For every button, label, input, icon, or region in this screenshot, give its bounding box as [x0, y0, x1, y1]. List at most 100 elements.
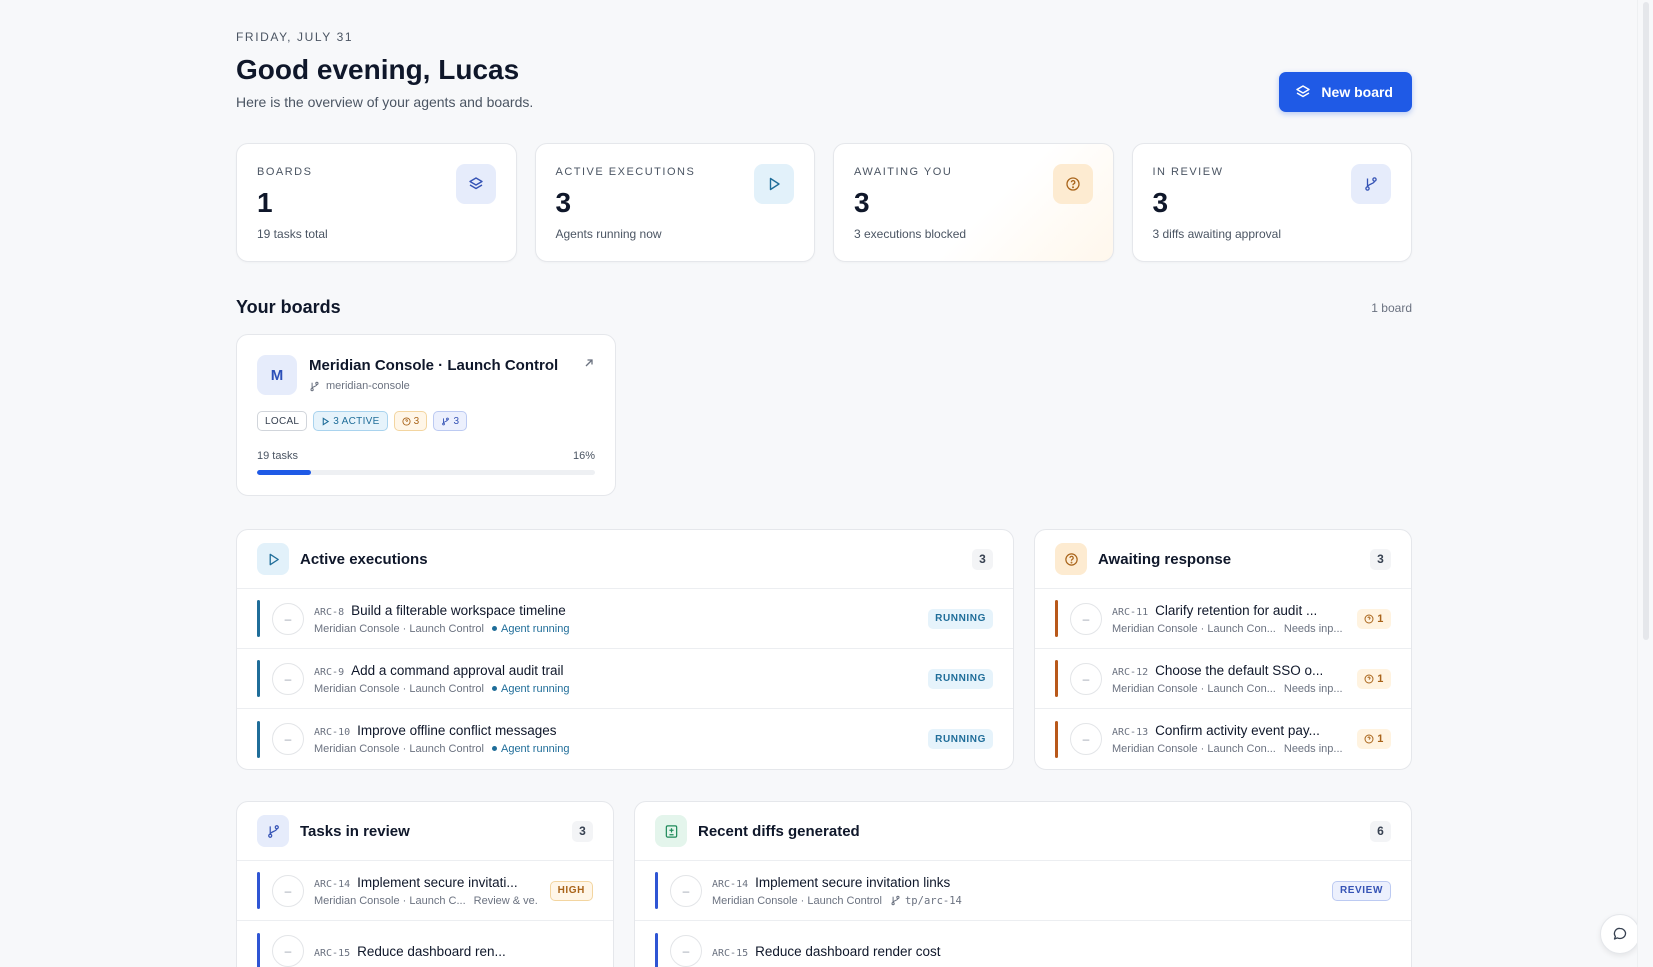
- task-title: Choose the default SSO o...: [1155, 662, 1324, 678]
- new-board-button[interactable]: New board: [1279, 72, 1412, 112]
- running-badge: RUNNING: [928, 729, 993, 749]
- tasks-in-review-count: 3: [572, 820, 593, 842]
- task-id: ARC-13: [1112, 727, 1149, 738]
- board-progress-fill: [257, 470, 312, 475]
- board-chips: LOCAL 3 ACTIVE 3 3: [257, 411, 595, 431]
- questions-badge: 1: [1357, 729, 1391, 749]
- scrollbar-thumb[interactable]: [1643, 2, 1649, 640]
- task-id: ARC-11: [1112, 606, 1149, 618]
- tasks-in-review-title: Tasks in review: [300, 822, 410, 840]
- status-bar: [257, 932, 260, 967]
- diff-row[interactable]: – ARC-14 Implement secure invitation link…: [635, 861, 1411, 921]
- review-chip-label: 3: [453, 415, 460, 427]
- execution-row[interactable]: – ARC-10 Improve offline conflict message…: [237, 709, 1013, 769]
- play-icon: [323, 416, 330, 426]
- boards-count: 1 board: [1371, 300, 1412, 315]
- awaiting-response-count: 3: [1370, 548, 1391, 570]
- task-title: Add a command approval audit trail: [351, 662, 564, 678]
- board-name: Meridian Console · Launch Control: [309, 357, 559, 374]
- task-id: ARC-8: [314, 606, 345, 618]
- stat-card-active-executions[interactable]: ACTIVE EXECUTIONS 3 Agents running now: [534, 143, 815, 262]
- question-icon: [1364, 674, 1374, 683]
- diff-row[interactable]: – ARC-15 Reduce dashboard render cost: [635, 921, 1411, 967]
- status-circle: –: [1070, 662, 1102, 695]
- running-badge: RUNNING: [928, 668, 993, 689]
- awaiting-chip: 3: [393, 411, 428, 431]
- board-repo-name: meridian-console: [326, 380, 410, 392]
- active-chip-label: 3 ACTIVE: [333, 415, 380, 427]
- task-status: Needs inp...: [1283, 743, 1343, 755]
- task-id: ARC-14: [712, 878, 749, 890]
- external-link-icon[interactable]: [583, 357, 595, 369]
- recent-diffs-panel: Recent diffs generated 6 – ARC-14 Impleme…: [634, 801, 1412, 967]
- recent-diffs-count: 6: [1370, 820, 1391, 842]
- boards-section-title: Your boards: [236, 297, 341, 317]
- stat-card-boards[interactable]: BOARDS 1 19 tasks total: [236, 143, 517, 262]
- task-title: Reduce dashboard render cost: [755, 943, 941, 959]
- review-row[interactable]: – ARC-15 Reduce dashboard ren...: [237, 921, 613, 967]
- status-circle: –: [272, 874, 304, 907]
- awaiting-response-title: Awaiting response: [1098, 550, 1232, 568]
- status-bar: [655, 872, 658, 909]
- active-executions-panel: Active executions 3 – ARC-8 Build a filte…: [236, 529, 1014, 770]
- active-executions-title: Active executions: [300, 550, 428, 568]
- task-title: Improve offline conflict messages: [357, 723, 557, 738]
- awaiting-row[interactable]: – ARC-13 Confirm activity event pay... Me…: [1035, 709, 1411, 769]
- awaiting-row[interactable]: – ARC-11 Clarify retention for audit ... …: [1035, 589, 1411, 649]
- review-row[interactable]: – ARC-14 Implement secure invitati... Mer…: [237, 861, 613, 921]
- task-board: Meridian Console · Launch Control: [314, 682, 484, 695]
- stat-note: 3 diffs awaiting approval: [1152, 227, 1282, 241]
- scrollbar[interactable]: [1637, 0, 1653, 967]
- board-card[interactable]: M Meridian Console · Launch Control meri…: [236, 334, 616, 496]
- execution-row[interactable]: – ARC-8 Build a filterable workspace time…: [237, 589, 1013, 649]
- status-bar: [257, 660, 260, 697]
- date-label: FRIDAY, JULY 31: [236, 30, 354, 44]
- branch-icon: [442, 417, 450, 425]
- branch-icon: [891, 895, 900, 906]
- stat-note: 3 executions blocked: [854, 227, 967, 241]
- execution-row[interactable]: – ARC-9 Add a command approval audit trai…: [237, 649, 1013, 709]
- questions-count: 1: [1377, 612, 1384, 625]
- awaiting-row[interactable]: – ARC-12 Choose the default SSO o... Meri…: [1035, 649, 1411, 709]
- task-board: Meridian Console · Launch Control: [314, 743, 484, 755]
- status-circle: –: [272, 723, 304, 755]
- priority-badge: HIGH: [549, 880, 593, 901]
- chat-button[interactable]: [1600, 914, 1640, 954]
- diff-branch: tp/arc-14: [904, 894, 962, 907]
- status-circle: –: [272, 662, 304, 695]
- board-avatar: M: [257, 355, 297, 395]
- awaiting-response-panel: Awaiting response 3 – ARC-11 Clarify rete…: [1034, 529, 1412, 770]
- dashboard: FRIDAY, JULY 31 Good evening, Lucas Here…: [236, 30, 1412, 967]
- status-circle: –: [670, 935, 702, 967]
- task-board: Meridian Console · Launch Con...: [1112, 743, 1276, 755]
- task-title: Clarify retention for audit ...: [1155, 602, 1318, 618]
- task-title: Build a filterable workspace timeline: [351, 602, 566, 618]
- task-status: Needs inp...: [1283, 622, 1343, 635]
- task-title: Implement secure invitati...: [357, 874, 518, 890]
- task-status: Review & ve...: [473, 894, 538, 907]
- status-bar: [1055, 660, 1058, 697]
- new-board-label: New board: [1321, 84, 1393, 100]
- task-id: ARC-15: [712, 947, 749, 959]
- active-executions-count: 3: [972, 548, 993, 570]
- task-id: ARC-10: [314, 727, 351, 738]
- task-title: Reduce dashboard ren...: [357, 943, 506, 959]
- local-chip: LOCAL: [257, 411, 308, 431]
- questions-badge: 1: [1357, 608, 1391, 629]
- question-icon: [1364, 614, 1374, 623]
- task-board: Meridian Console · Launch C...: [314, 894, 466, 907]
- task-id: ARC-12: [1112, 666, 1149, 678]
- task-id: ARC-9: [314, 666, 345, 678]
- stat-card-awaiting-you[interactable]: AWAITING YOU 3 3 executions blocked: [833, 143, 1114, 262]
- questions-count: 1: [1377, 672, 1384, 685]
- active-chip: 3 ACTIVE: [313, 411, 388, 431]
- status-bar: [1055, 600, 1058, 637]
- task-board: Meridian Console · Launch Con...: [1112, 622, 1276, 635]
- status-bar: [1055, 720, 1058, 758]
- task-board: Meridian Console · Launch Control: [712, 894, 882, 907]
- play-icon: [257, 543, 289, 575]
- task-board: Meridian Console · Launch Control: [314, 622, 484, 635]
- question-icon: [402, 416, 411, 426]
- stat-card-in-review[interactable]: IN REVIEW 3 3 diffs awaiting approval: [1131, 143, 1412, 262]
- stats-row: BOARDS 1 19 tasks total ACTIVE EXECUTION…: [236, 143, 1412, 262]
